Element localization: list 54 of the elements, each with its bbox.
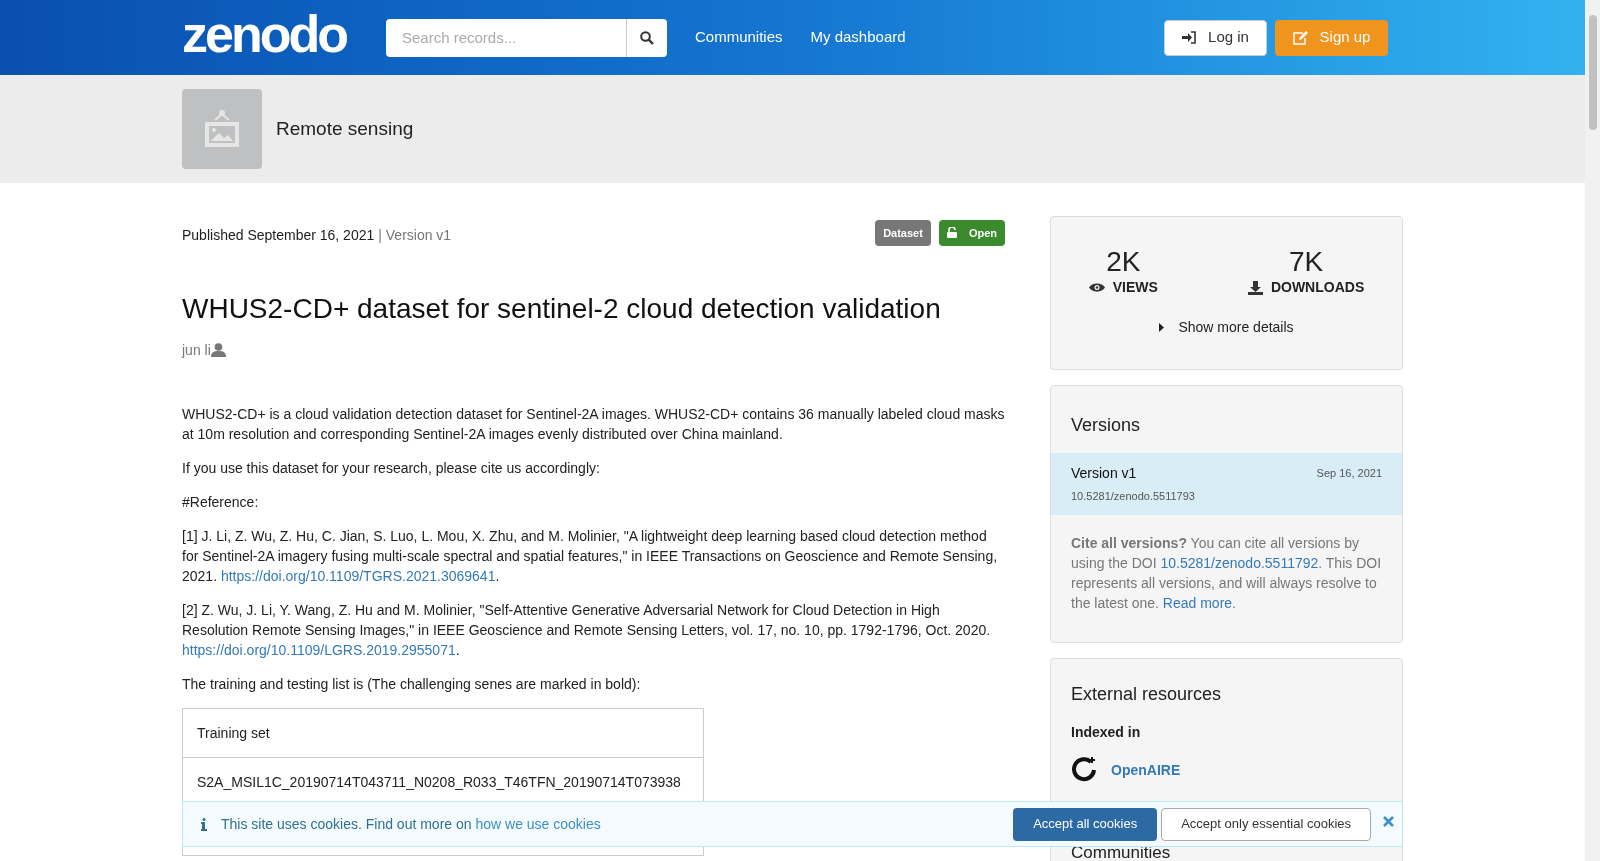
nav-link[interactable]: My dashboard <box>810 26 906 49</box>
table-cell: Training set <box>182 708 704 758</box>
login-icon <box>1182 31 1197 44</box>
accept-all-cookies-button[interactable]: Accept all cookies <box>1013 807 1158 841</box>
views-count: 2K <box>1106 247 1141 277</box>
openaire-link[interactable]: OpenAIRE <box>1111 759 1181 781</box>
views-label: VIEWS <box>1112 278 1158 297</box>
person-icon <box>210 343 226 357</box>
creator-name[interactable]: jun li <box>182 340 211 360</box>
cookie-policy-link[interactable]: how we use cookies <box>475 815 601 832</box>
close-icon <box>1383 815 1394 827</box>
description-paragraph: [2] Z. Wu, J. Li, Y. Wang, Z. Hu and M. Molinier, "Self-Attentive Generative Adversarial Network for Cloud Detection in High Resolution Remote Sensing Images," in IEEE Geoscience and Remote Sensing Letters, vol. 17, no. 10, pp. 1792-1796, Oct. 2020. https://doi.org/10.1109/LGRS.2019.2955071. <box>182 601 992 660</box>
access-badge: Open <box>938 219 1005 246</box>
panel-title: External resources <box>1071 683 1223 706</box>
caret-icon <box>1159 323 1165 332</box>
close-button[interactable] <box>1383 815 1394 827</box>
openaire-logo <box>1071 757 1097 783</box>
link[interactable]: https://doi.org/10.1109/LGRS.2019.2955071 <box>182 642 456 658</box>
panel-title: Communities <box>1071 846 1172 859</box>
version-doi: 10.5281/zenodo.5511793 <box>1071 489 1196 504</box>
edit-icon <box>1292 30 1308 45</box>
publication-date: Published September 16, 2021 <box>182 225 375 245</box>
downloads-count: 7K <box>1288 247 1324 277</box>
indexed-in-label: Indexed in <box>1071 723 1142 742</box>
zenodo-logo[interactable]: zenodo <box>182 7 346 60</box>
community-name[interactable]: Remote sensing <box>276 114 414 144</box>
cite-all-versions-text: Cite all versions? You can cite all versions by using the DOI 10.5281/zenodo.5511792. This DOI represents all versions, and will always resolve to the latest one. Read more. <box>1070 533 1383 613</box>
resource-type-badge: Dataset <box>875 219 931 246</box>
description-paragraph: The training and testing list is (The challenging senes are marked in bold): <box>182 675 642 694</box>
image-icon <box>203 110 241 148</box>
login-button[interactable]: Log in <box>1164 19 1267 56</box>
version-date: Sep 16, 2021 <box>1316 466 1382 482</box>
panel-title: Versions <box>1070 414 1142 437</box>
search-field[interactable]: Search records... <box>386 18 626 57</box>
cookie-message: This site uses cookies. Find out more on how we use cookies <box>221 814 601 834</box>
search-button[interactable] <box>626 18 667 57</box>
eye-icon <box>1088 282 1105 293</box>
version-item[interactable]: Version v1 Sep 16, 2021 10.5281/zenodo.5511793 <box>1051 453 1402 515</box>
version-label: | Version v1 <box>378 225 452 245</box>
download-icon <box>1247 280 1263 295</box>
show-more-details-button[interactable]: Show more details <box>1159 317 1294 338</box>
search-icon <box>640 30 654 45</box>
version-name: Version v1 <box>1071 464 1137 483</box>
description-paragraph: [1] J. Li, Z. Wu, Z. Hu, C. Jian, S. Luo, L. Mou, X. Zhu, and M. Molinier, "A lightweight deep learning based cloud detection method for Sentinel-2A imagery fusing multi-scale spectral and spatial features," in IEEE Transactions on Geoscience and Remote Sensing, 2021. https://doi.org/10.1109/TGRS.2021.3069641. <box>182 527 999 586</box>
description-paragraph: WHUS2-CD+ is a cloud validation detection dataset for Sentinel-2A images. WHUS2-CD+ contains 36 manually labeled cloud masks at 10m resolution and corresponding Sentinel-2A images evenly distributed over China mainland. <box>182 405 1005 444</box>
description-paragraph: #Reference: <box>182 493 260 512</box>
description-paragraph: If you use this dataset for your research, please cite us accordingly: <box>182 459 601 478</box>
unlock-icon <box>946 227 957 238</box>
downloads-label: DOWNLOADS <box>1270 278 1365 297</box>
accept-essential-cookies-button[interactable]: Accept only essential cookies <box>1161 807 1371 841</box>
info-icon <box>201 817 207 831</box>
link[interactable]: Read more <box>1162 594 1233 611</box>
nav-link[interactable]: Communities <box>695 26 783 49</box>
record-title: WHUS2-CD+ dataset for sentinel-2 cloud detection validation <box>182 292 942 326</box>
